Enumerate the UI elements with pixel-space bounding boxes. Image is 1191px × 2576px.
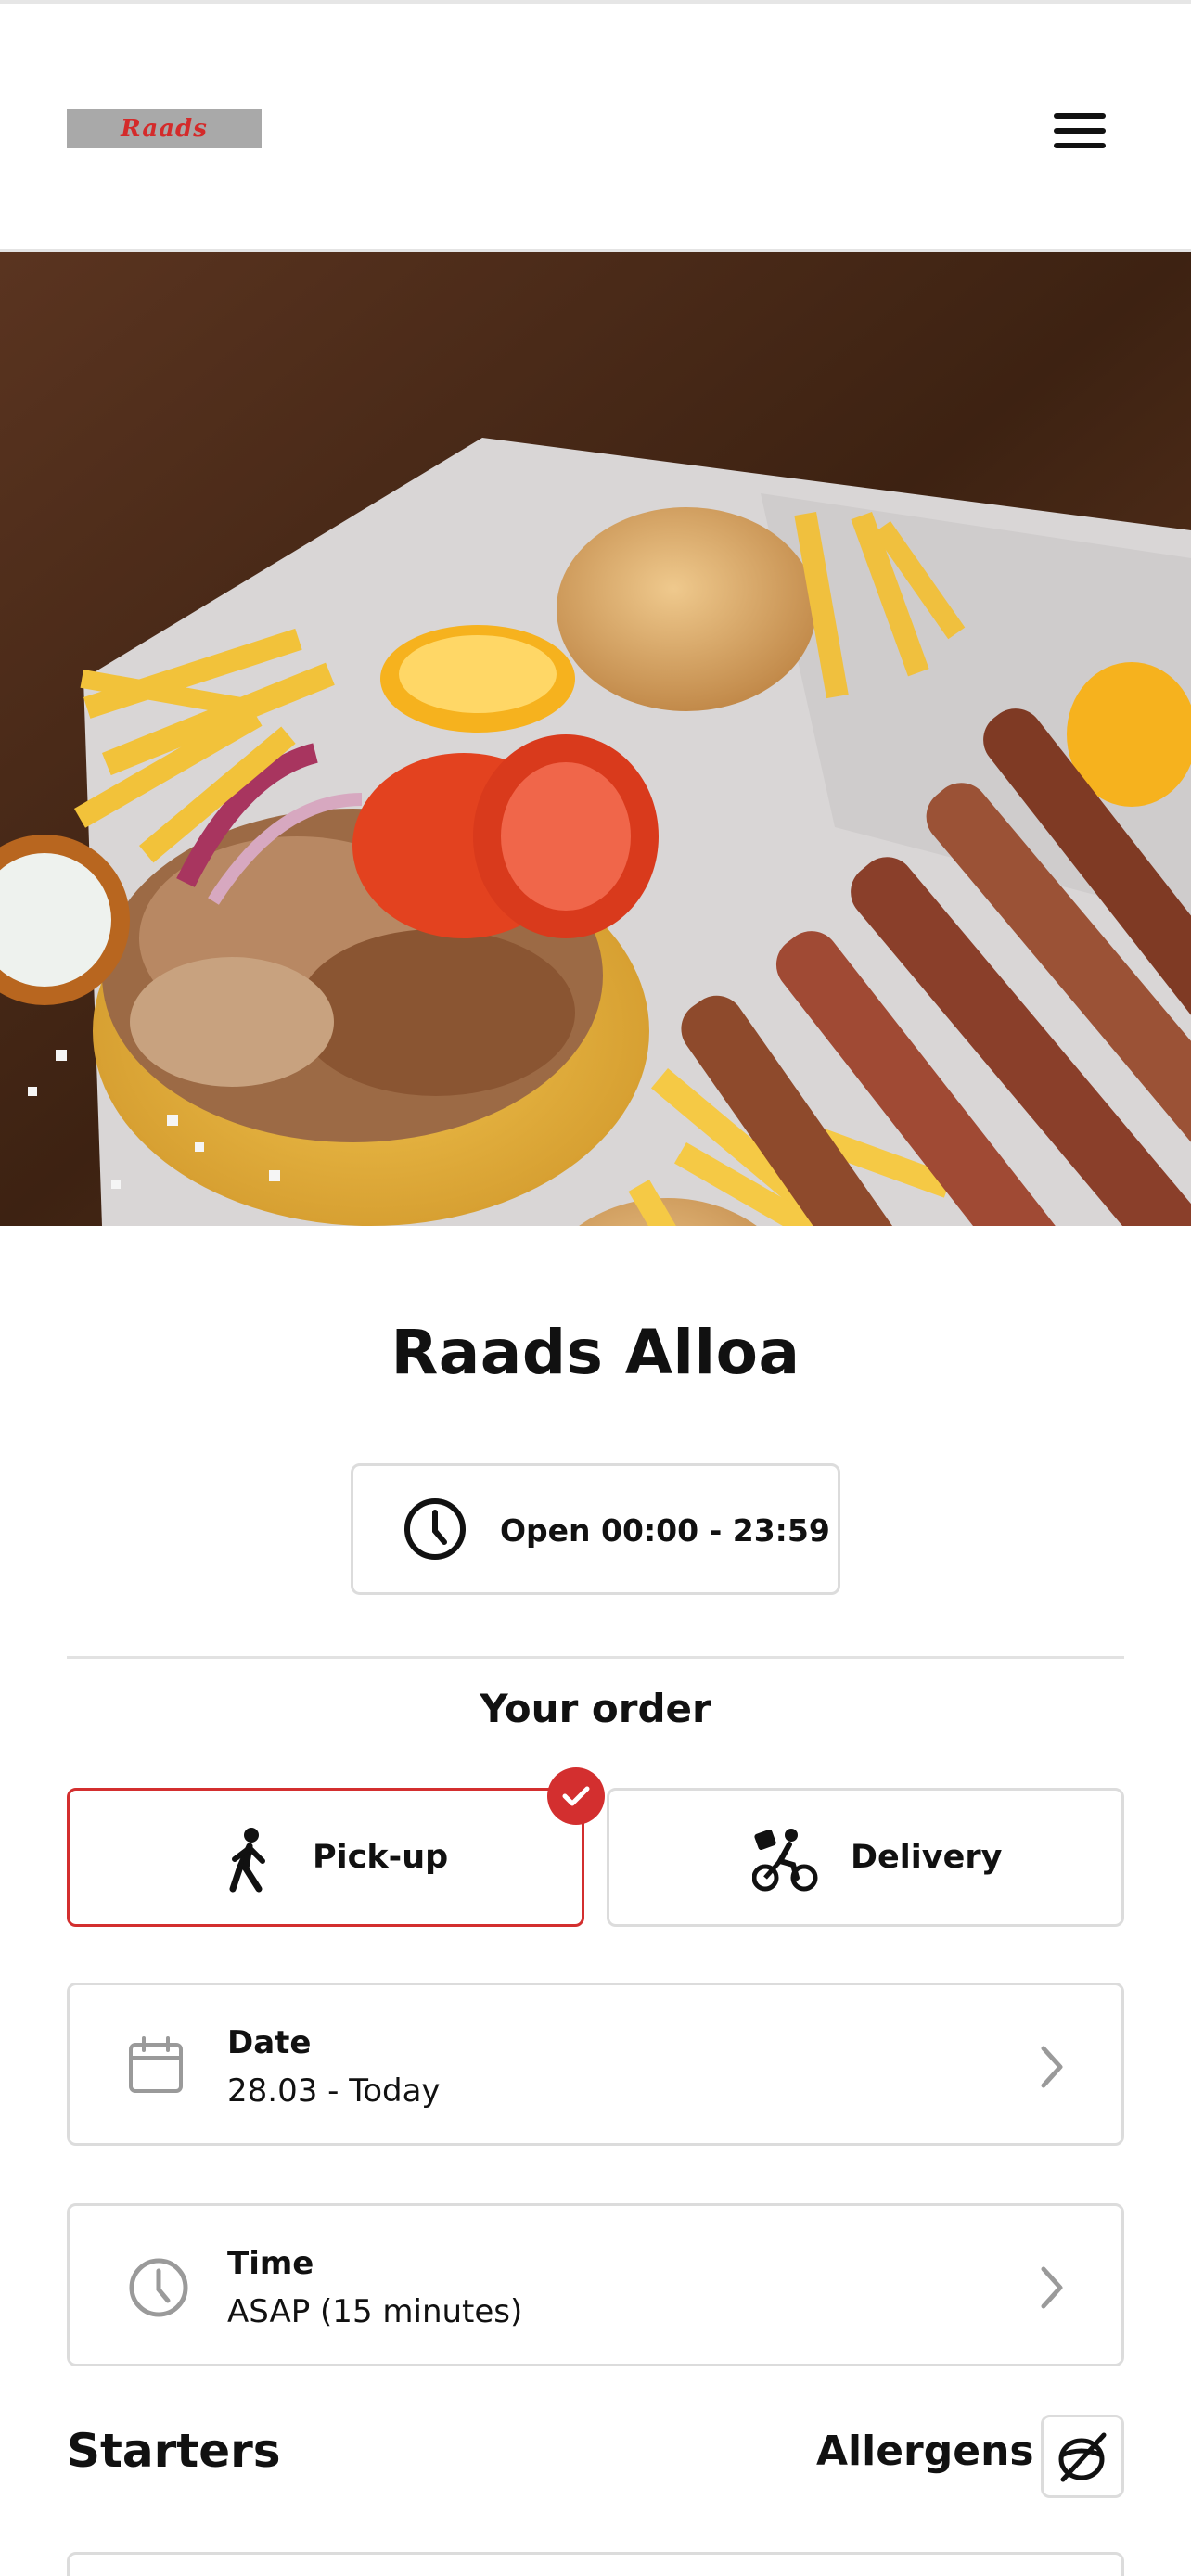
restaurant-name: Raads Alloa bbox=[391, 1317, 800, 1388]
calendar-icon bbox=[129, 2036, 183, 2093]
hamburger-menu-icon[interactable] bbox=[1046, 108, 1113, 154]
allergen-nut-icon bbox=[1058, 2432, 1107, 2482]
opening-hours-text: Open 00:00 - 23:59 bbox=[500, 1512, 830, 1549]
order-section-title: Your order bbox=[480, 1686, 711, 1731]
clock-icon bbox=[129, 2258, 188, 2317]
time-label: Time bbox=[227, 2245, 314, 2282]
menu-item-card[interactable] bbox=[67, 2552, 1124, 2576]
app-header: Raads bbox=[0, 4, 1191, 252]
date-selector[interactable]: Date 28.03 - Today bbox=[67, 1983, 1124, 2146]
divider bbox=[67, 1656, 1124, 1659]
food-photo-illustration bbox=[0, 252, 1191, 1226]
pickup-option-button[interactable]: Pick-up bbox=[67, 1788, 584, 1927]
clock-icon bbox=[404, 1498, 466, 1560]
date-label: Date bbox=[227, 2024, 312, 2061]
time-selector[interactable]: Time ASAP (15 minutes) bbox=[67, 2203, 1124, 2366]
walking-person-icon bbox=[229, 1828, 265, 1893]
delivery-label: Delivery bbox=[851, 1839, 1003, 1876]
time-value: ASAP (15 minutes) bbox=[227, 2293, 523, 2330]
selected-check-icon bbox=[547, 1767, 605, 1825]
logo-text: Raads bbox=[121, 115, 208, 143]
allergens-label[interactable]: Allergens bbox=[816, 2428, 1034, 2475]
section-title-starters: Starters bbox=[67, 2424, 281, 2478]
delivery-option-button[interactable]: Delivery bbox=[607, 1788, 1124, 1927]
chevron-right-icon bbox=[1041, 2046, 1063, 2088]
opening-hours-badge: Open 00:00 - 23:59 bbox=[351, 1463, 840, 1595]
allergens-filter-button[interactable] bbox=[1041, 2415, 1124, 2498]
hero-food-image bbox=[0, 252, 1191, 1226]
bicycle-courier-icon bbox=[752, 1829, 818, 1892]
date-value: 28.03 - Today bbox=[227, 2072, 441, 2110]
chevron-right-icon bbox=[1041, 2266, 1063, 2309]
pickup-label: Pick-up bbox=[313, 1839, 449, 1876]
restaurant-logo[interactable]: Raads bbox=[67, 109, 262, 148]
